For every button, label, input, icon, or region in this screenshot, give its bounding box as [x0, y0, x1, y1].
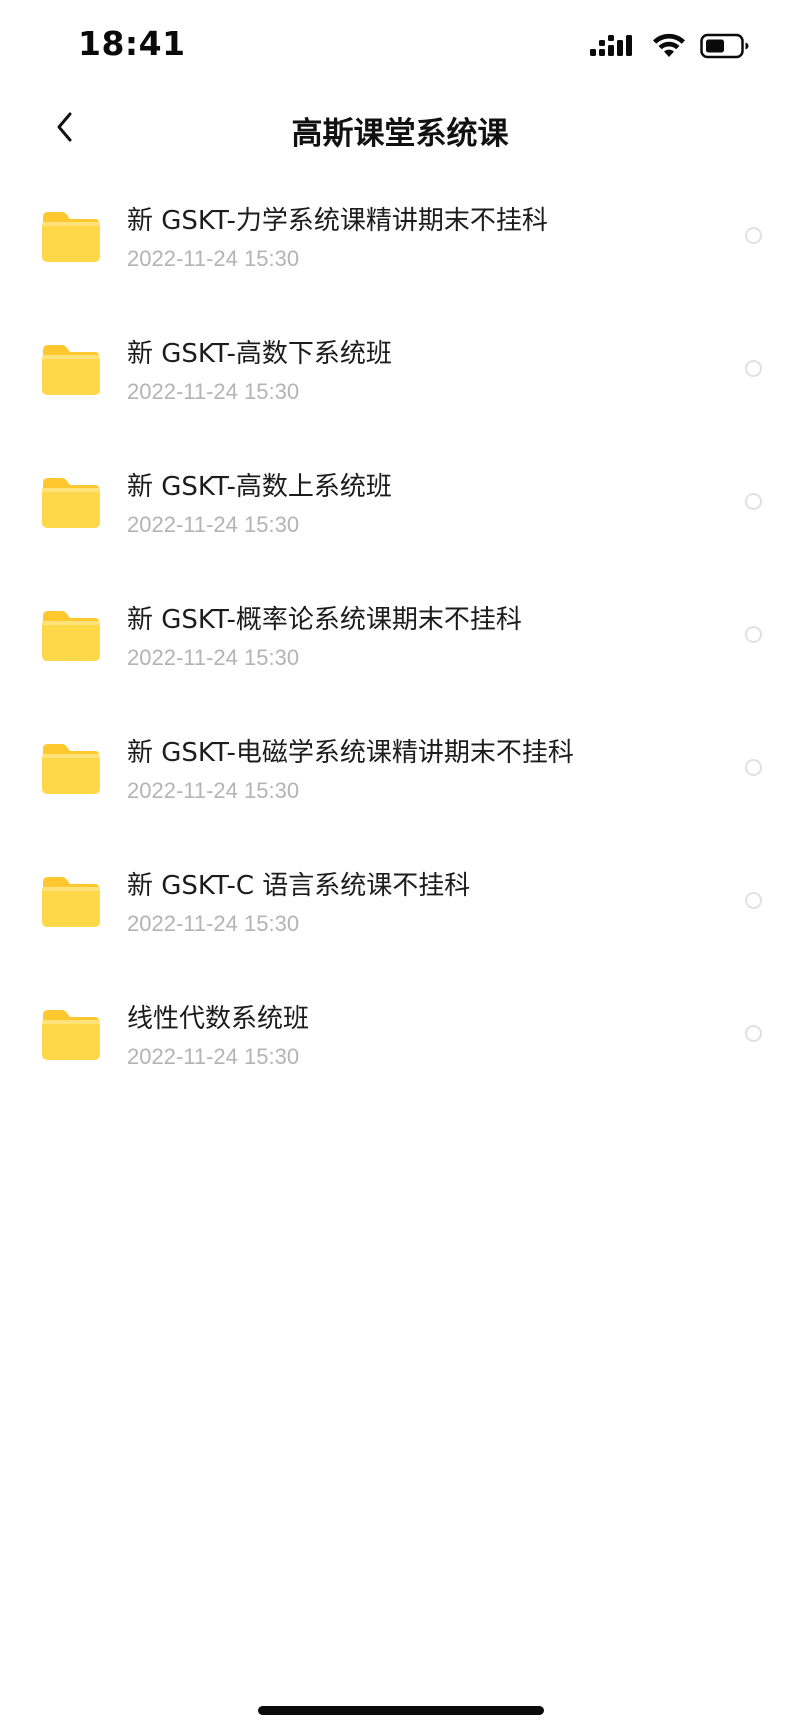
folder-date: 2022-11-24 15:30 — [127, 246, 300, 271]
folder-row[interactable]: 新 GSKT-高数下系统班 2022-11-24 15:30 — [0, 305, 800, 438]
folder-icon — [40, 609, 102, 663]
battery-icon — [700, 33, 750, 59]
folder-date: 2022-11-24 15:30 — [127, 778, 300, 803]
page-title: 高斯课堂系统课 — [291, 116, 509, 152]
folder-icon — [40, 343, 102, 397]
folder-date: 2022-11-24 15:30 — [127, 645, 300, 670]
folder-name: 新 GSKT-力学系统课精讲期末不挂科 — [127, 206, 548, 236]
folder-date: 2022-11-24 15:30 — [127, 379, 300, 404]
select-radio[interactable] — [745, 626, 762, 643]
folder-icon — [40, 742, 102, 796]
folder-row[interactable]: 新 GSKT-电磁学系统课精讲期末不挂科 2022-11-24 15:30 — [0, 704, 800, 837]
navigation-bar: 高斯课堂系统课 — [0, 90, 800, 170]
folder-icon — [40, 476, 102, 530]
folder-date: 2022-11-24 15:30 — [127, 1044, 300, 1069]
folder-icon — [40, 1008, 102, 1062]
folder-name: 新 GSKT-高数上系统班 — [127, 472, 392, 502]
folder-icon — [40, 875, 102, 929]
folder-row[interactable]: 新 GSKT-高数上系统班 2022-11-24 15:30 — [0, 438, 800, 571]
folder-date: 2022-11-24 15:30 — [127, 512, 300, 537]
select-radio[interactable] — [745, 759, 762, 776]
cellular-signal-icon — [590, 34, 638, 58]
folder-row[interactable]: 新 GSKT-概率论系统课期末不挂科 2022-11-24 15:30 — [0, 571, 800, 704]
folder-name: 新 GSKT-概率论系统课期末不挂科 — [127, 605, 522, 635]
folder-name: 新 GSKT-电磁学系统课精讲期末不挂科 — [127, 738, 574, 768]
select-radio[interactable] — [745, 1025, 762, 1042]
folder-row[interactable]: 新 GSKT-C 语言系统课不挂科 2022-11-24 15:30 — [0, 837, 800, 970]
select-radio[interactable] — [745, 493, 762, 510]
folder-name: 新 GSKT-C 语言系统课不挂科 — [127, 871, 471, 901]
wifi-icon — [652, 33, 686, 59]
folder-row[interactable]: 线性代数系统班 2022-11-24 15:30 — [0, 970, 800, 1103]
folder-name: 新 GSKT-高数下系统班 — [127, 339, 392, 369]
folder-date: 2022-11-24 15:30 — [127, 911, 300, 936]
status-time: 18:41 — [78, 24, 186, 63]
folder-icon — [40, 210, 102, 264]
status-bar: 18:41 — [0, 0, 800, 90]
status-icons — [590, 30, 750, 62]
select-radio[interactable] — [745, 892, 762, 909]
folder-row[interactable]: 新 GSKT-力学系统课精讲期末不挂科 2022-11-24 15:30 — [0, 172, 800, 305]
folder-list: 新 GSKT-力学系统课精讲期末不挂科 2022-11-24 15:30 新 G… — [0, 172, 800, 1103]
select-radio[interactable] — [745, 227, 762, 244]
select-radio[interactable] — [745, 360, 762, 377]
folder-name: 线性代数系统班 — [127, 1004, 310, 1034]
home-indicator[interactable] — [258, 1706, 544, 1715]
